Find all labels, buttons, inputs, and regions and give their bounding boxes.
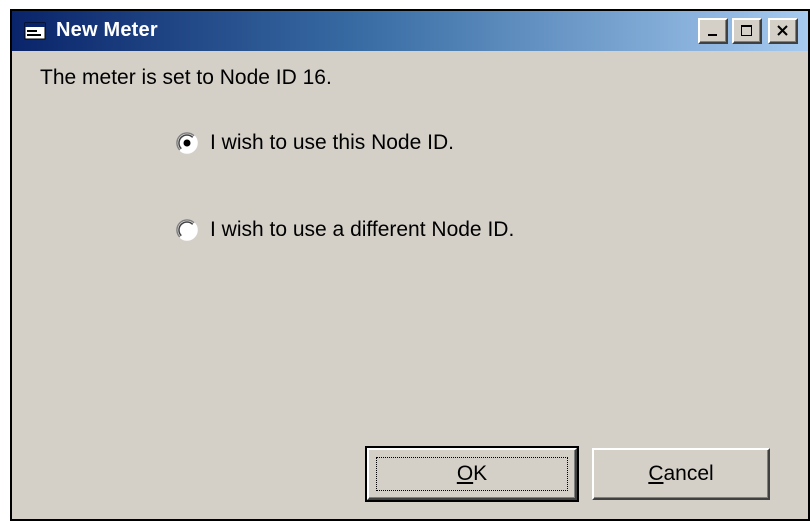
close-icon — [777, 25, 788, 36]
window-app-icon — [24, 22, 46, 40]
title-bar[interactable]: New Meter — [12, 11, 808, 51]
focus-rectangle — [376, 457, 568, 491]
close-button[interactable] — [768, 18, 798, 44]
radio-unselected-icon[interactable] — [176, 219, 198, 241]
ok-button[interactable]: OK — [365, 446, 579, 502]
cancel-button[interactable]: Cancel — [592, 448, 770, 500]
node-id-message: The meter is set to Node ID 16. — [40, 66, 332, 89]
new-meter-dialog: New Meter The meter is set to Node ID 16… — [10, 9, 810, 521]
radio-use-different-node-id[interactable]: I wish to use a different Node ID. — [176, 218, 514, 242]
radio-selected-icon[interactable] — [176, 132, 198, 154]
maximize-icon — [741, 25, 752, 36]
radio-label-use-different-node-id: I wish to use a different Node ID. — [210, 218, 515, 241]
cancel-button-label: Cancel — [648, 462, 714, 485]
maximize-button[interactable] — [732, 18, 762, 44]
minimize-icon — [708, 34, 717, 36]
radio-label-use-this-node-id: I wish to use this Node ID. — [210, 131, 454, 154]
window-title: New Meter — [56, 19, 158, 41]
minimize-button[interactable] — [698, 18, 728, 44]
radio-use-this-node-id[interactable]: I wish to use this Node ID. — [176, 131, 454, 155]
